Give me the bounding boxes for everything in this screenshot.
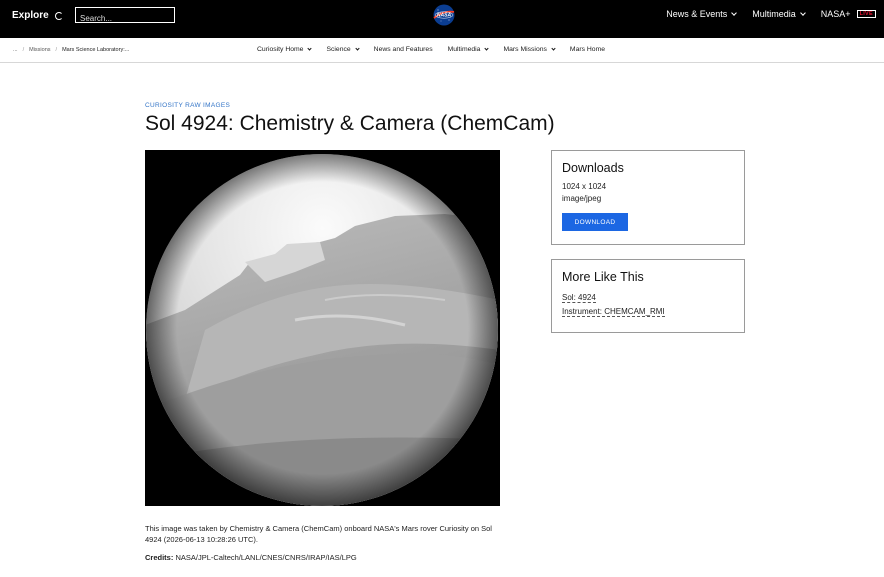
nav-news-events-label: News & Events [666, 9, 728, 19]
section-subnav: ... / Missions / Mars Science Laboratory… [0, 38, 884, 63]
more-like-this-panel: More Like This Sol: 4924 Instrument: CHE… [551, 259, 745, 333]
image-credits: Credits: NASA/JPL-Caltech/LANL/CNES/CNRS… [145, 553, 357, 562]
nasa-logo-icon[interactable]: NASA [432, 4, 456, 26]
instrument-filter-link[interactable]: Instrument: CHEMCAM_RMI [562, 307, 665, 317]
image-caption: This image was taken by Chemistry & Came… [145, 524, 492, 544]
nav-multimedia-label: Multimedia [752, 9, 796, 19]
chevron-down-icon [307, 46, 313, 51]
download-meta: 1024 x 1024 image/jpeg [562, 181, 744, 205]
chevron-down-icon [731, 10, 738, 16]
downloads-heading: Downloads [562, 161, 624, 175]
downloads-panel: Downloads 1024 x 1024 image/jpeg DOWNLOA… [551, 150, 745, 245]
subnav-label: Science [326, 46, 351, 53]
subnav-news-features[interactable]: News and Features [374, 46, 433, 53]
subnav-multimedia[interactable]: Multimedia [447, 46, 490, 53]
search-input[interactable] [76, 11, 174, 26]
sol-filter-link[interactable]: Sol: 4924 [562, 293, 596, 303]
nav-multimedia[interactable]: Multimedia [752, 9, 806, 19]
subnav-label: Multimedia [447, 46, 481, 53]
more-like-this-heading: More Like This [562, 270, 644, 284]
subnav-label: Mars Home [569, 46, 606, 53]
subnav-science[interactable]: Science [326, 46, 360, 53]
explore-toggle-icon [54, 11, 63, 20]
global-header: Explore NASA News & Events Multimedia NA… [0, 0, 884, 38]
explore-menu-button[interactable]: Explore [12, 10, 63, 21]
page-title: Sol 4924: Chemistry & Camera (ChemCam) [145, 112, 555, 135]
subnav-menu: Curiosity Home Science News and Features… [257, 46, 620, 53]
image-mime-type: image/jpeg [562, 194, 602, 203]
subnav-label: Mars Missions [503, 46, 547, 53]
search-box[interactable] [75, 7, 175, 26]
subnav-curiosity-home[interactable]: Curiosity Home [257, 46, 313, 53]
breadcrumb-separator: / [55, 47, 58, 53]
breadcrumb-separator: / [22, 47, 25, 53]
breadcrumb-ellipsis[interactable]: ... [13, 47, 18, 53]
raw-image[interactable] [145, 150, 500, 506]
chevron-down-icon [484, 46, 490, 51]
page-eyebrow[interactable]: CURIOSITY RAW IMAGES [145, 102, 230, 109]
breadcrumb-missions[interactable]: Missions [29, 47, 50, 53]
download-button[interactable]: DOWNLOAD [562, 213, 628, 231]
subnav-mars-home[interactable]: Mars Home [570, 46, 605, 53]
header-right-nav: News & Events Multimedia NASA+ LIVE [650, 9, 876, 19]
subnav-label: Curiosity Home [257, 46, 304, 53]
breadcrumb: ... / Missions / Mars Science Laboratory… [13, 47, 129, 53]
filter-links: Sol: 4924 Instrument: CHEMCAM_RMI [562, 291, 744, 319]
subnav-label: News and Features [373, 46, 433, 53]
nav-nasa-plus[interactable]: NASA+ LIVE [821, 9, 876, 19]
breadcrumb-current[interactable]: Mars Science Laboratory:... [62, 47, 129, 53]
nav-news-events[interactable]: News & Events [666, 9, 738, 19]
subnav-mars-missions[interactable]: Mars Missions [503, 46, 556, 53]
nasa-plus-label: NASA+ [820, 9, 851, 19]
credits-label: Credits: [145, 553, 174, 562]
svg-text:NASA: NASA [437, 13, 452, 19]
mars-landscape-image [145, 150, 500, 506]
chevron-down-icon [355, 46, 360, 51]
image-dimensions: 1024 x 1024 [562, 182, 607, 191]
live-badge: LIVE [856, 10, 876, 18]
chevron-down-icon [799, 10, 806, 16]
explore-label: Explore [12, 10, 49, 21]
chevron-down-icon [551, 46, 556, 51]
credits-value: NASA/JPL-Caltech/LANL/CNES/CNRS/IRAP/IAS… [175, 553, 357, 562]
